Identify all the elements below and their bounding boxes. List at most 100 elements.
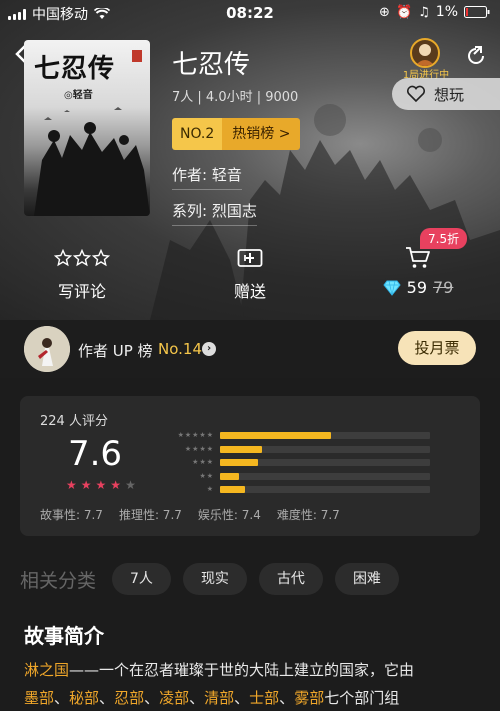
highlight-term: 雾部 [294, 689, 325, 707]
story-intro-text: 淋之国——一个在忍者璀璨于世的大陆上建立的国家，它由 墨部、秘部、忍部、凌部、清… [24, 656, 480, 711]
story-text-segment: 、 [54, 689, 70, 707]
gift-icon [190, 244, 310, 272]
rating-dimension: 难度性: 7.7 [276, 508, 340, 522]
distribution-row: ★★★ [170, 457, 440, 471]
distribution-track [220, 486, 430, 493]
rating-distribution: ★★★★★ ★★★★ ★★★ ★★ ★ [170, 430, 440, 498]
category-chip[interactable]: 古代 [258, 563, 323, 595]
distribution-stars-label: ★★★ [192, 458, 214, 466]
rating-count: 224 人评分 [40, 414, 108, 429]
story-text-segment: 、 [279, 689, 295, 707]
author-avatar [24, 326, 70, 372]
price-original: 79 [433, 278, 454, 297]
rating-dimension: 娱乐性: 7.4 [197, 508, 261, 522]
headphones-icon: ♫ [418, 4, 430, 20]
book-title: 七忍传 [172, 50, 251, 80]
distribution-stars-label: ★★★★ [184, 444, 214, 453]
story-line-2: 墨部、秘部、忍部、凌部、清部、士部、雾部七个部门组 [24, 684, 480, 711]
story-text-segment: 、 [99, 689, 115, 707]
book-meta: 7人 | 4.0小时 | 9000 [172, 90, 299, 105]
distribution-bar [220, 445, 262, 453]
categories-title: 相关分类 [20, 569, 97, 592]
distribution-bar [220, 432, 332, 439]
highlight-term: 秘部 [69, 689, 100, 707]
distribution-row: ★★★★★ [170, 430, 440, 444]
rating-stars: ★ ★ ★ ★ ★ [66, 478, 136, 492]
highlight-term: 墨部 [24, 689, 55, 707]
gift-label: 赠送 [233, 282, 266, 301]
distribution-stars-label: ★ [206, 485, 214, 493]
highlight-term: 忍部 [114, 689, 145, 707]
rank-list-name: 热销榜 > [222, 118, 301, 150]
alarm-icon: ⏰ [395, 4, 413, 20]
author-up-rank-row[interactable]: 作者 UP 榜 No.14 › 投月票 [0, 320, 500, 378]
write-review-button[interactable]: 写评论 [22, 244, 142, 302]
category-chip[interactable]: 7人 [112, 563, 171, 595]
star-filled-icon: ★ [66, 478, 77, 492]
distribution-row: ★★★★ [170, 444, 440, 458]
story-text-segment: ——一个在忍者璀璨于世的大陆上建立的国家，它由 [69, 661, 415, 679]
avatar-icon [415, 44, 435, 66]
monthly-vote-button[interactable]: 投月票 [398, 331, 476, 365]
want-to-play-label: 想玩 [434, 85, 465, 104]
buy-button[interactable]: 59 79 [358, 244, 478, 297]
author-up-label: 作者 UP 榜 [78, 342, 153, 360]
story-intro-title: 故事简介 [24, 624, 104, 648]
price: 59 79 [358, 278, 478, 297]
price-current: 59 [406, 278, 427, 297]
battery-percent: 1% [435, 4, 458, 20]
orientation-lock-icon: ⊕ [379, 4, 390, 20]
distribution-bar [220, 472, 239, 480]
action-row: 写评论 赠送 59 79 [0, 244, 500, 304]
share-button[interactable] [464, 44, 488, 68]
distribution-bar [220, 459, 258, 466]
star-filled-icon: ★ [80, 478, 92, 492]
story-line-1: 淋之国——一个在忍者璀璨于世的大陆上建立的国家，它由 [24, 656, 480, 684]
distribution-stars-label: ★★ [199, 471, 214, 480]
distribution-row: ★ [170, 484, 440, 498]
highlight-term: 清部 [204, 689, 235, 707]
status-bar: 中国移动 08:22 ⊕ ⏰ ♫ 1% [0, 0, 500, 28]
highlight-term: 士部 [249, 689, 280, 707]
rating-dimensions: 故事性: 7.7 推理性: 7.7 娱乐性: 7.4 难度性: 7.7 [40, 506, 340, 523]
book-cover[interactable]: 七忍传 ◎轻音 [24, 40, 150, 216]
star-filled-icon: ★ [95, 478, 107, 492]
chevron-right-icon: › [202, 342, 216, 356]
star-empty-icon: ★ [125, 478, 136, 492]
category-chip[interactable]: 困难 [334, 563, 399, 595]
hero-section: 中国移动 08:22 ⊕ ⏰ ♫ 1% 七忍传 ◎轻音 七忍传 7人 | 4.0… [0, 0, 500, 320]
cart-icon [358, 244, 478, 272]
rank-badge[interactable]: NO.2 热销榜 > [172, 118, 301, 150]
story-text-segment: 、 [234, 689, 250, 707]
heart-icon [406, 85, 426, 103]
write-review-label: 写评论 [57, 282, 106, 301]
cover-art [34, 107, 150, 216]
diamond-icon [383, 280, 401, 296]
rank-number: NO.2 [172, 118, 223, 150]
distribution-track [220, 459, 430, 466]
story-text-segment: 七个部门组 [324, 689, 400, 707]
gift-button[interactable]: 赠送 [190, 244, 310, 302]
battery-icon [464, 6, 490, 18]
star-filled-icon: ★ [110, 478, 122, 492]
want-to-play-button[interactable]: 想玩 [392, 78, 500, 110]
series-link[interactable]: 系列: 烈国志 [172, 200, 257, 226]
game-progress-avatar[interactable] [410, 38, 440, 68]
rating-dimension: 故事性: 7.7 [40, 508, 103, 522]
author-up-rank: No.14 [158, 340, 202, 358]
story-text-segment: 、 [144, 689, 160, 707]
related-categories: 相关分类 7人 现实 古代 困难 [20, 562, 490, 596]
category-chip[interactable]: 现实 [182, 563, 247, 595]
distribution-stars-label: ★★★★★ [177, 431, 214, 439]
rating-card: 224 人评分 7.6 ★ ★ ★ ★ ★ ★★★★★ ★★★★ ★★★ ★★ ★ 故事性: 7… [20, 396, 480, 536]
distribution-track [220, 472, 430, 480]
author-link[interactable]: 作者: 轻音 [172, 164, 242, 190]
highlight-term: 淋之国 [24, 661, 70, 679]
distribution-row: ★★ [170, 471, 440, 485]
rating-score: 7.6 [67, 434, 123, 474]
distribution-track [220, 445, 430, 453]
story-text-segment: 、 [189, 689, 205, 707]
distribution-track [220, 432, 430, 439]
stars-outline-icon [22, 244, 142, 272]
distribution-bar [220, 486, 246, 493]
